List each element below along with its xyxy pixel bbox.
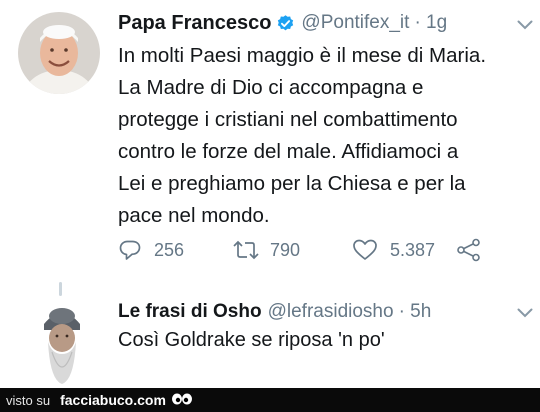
chevron-down-icon[interactable] [517,308,533,318]
author-name[interactable]: Le frasi di Osho [118,301,262,323]
pope-avatar-image [18,12,100,94]
reply-count: 256 [154,239,185,260]
like-button[interactable]: 5.387 [352,238,456,262]
footer-site[interactable]: facciabuco.com [60,392,166,408]
tweet-timestamp[interactable]: · 1g [414,12,447,34]
tweet-text-line: Lei e preghiamo per la Chiesa e per la [118,172,466,195]
site-logo-icon [171,393,193,407]
reply-icon [119,240,141,260]
osho-avatar-image [38,302,86,386]
reply-button[interactable]: 256 [118,238,232,262]
tweet-pontifex: Papa Francesco @Pontifex_it · 1g In molt… [0,0,540,280]
retweet-count: 790 [270,239,301,260]
verified-badge-icon [276,14,295,33]
share-button[interactable] [456,238,482,262]
tweet-text: Così Goldrake se riposa 'n po' [118,329,385,351]
tweet-text-line: contro le forze del male. Affidiamoci a [118,140,459,163]
author-name[interactable]: Papa Francesco [118,12,271,35]
tweet-text-line: La Madre di Dio ci accompagna e [118,76,424,99]
author-handle[interactable]: @Pontifex_it [301,12,409,34]
tweet-text-line: protegge i cristiani nel combattimento [118,108,458,131]
footer-prefix: visto su [6,392,51,408]
tweet-text: In molti Paesi maggio è il mese di Maria… [118,40,538,232]
share-icon [457,238,480,262]
avatar[interactable] [38,302,86,386]
like-count: 5.387 [390,239,436,260]
author-handle[interactable]: @lefrasidiosho [268,301,394,323]
tweet-actions: 256 790 5.387 [118,236,482,264]
heart-icon [353,239,377,260]
avatar[interactable] [18,12,100,94]
tweet-timestamp[interactable]: · 5h [399,301,432,323]
watermark-footer: visto su facciabuco.com [0,388,540,412]
retweet-icon [233,240,259,260]
tweet-text-line: In molti Paesi maggio è il mese di Maria… [118,44,487,67]
retweet-button[interactable]: 790 [232,238,352,262]
tweet-text-line: pace nel mondo. [118,204,270,227]
chevron-down-icon[interactable] [517,20,533,30]
tweet-osho: Le frasi di Osho @lefrasidiosho · 5h Cos… [0,290,540,386]
